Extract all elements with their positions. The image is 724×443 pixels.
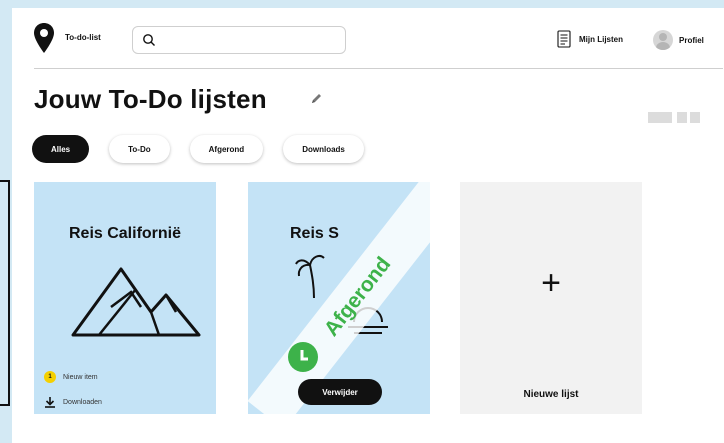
nav-profile[interactable]: Profiel	[653, 30, 704, 50]
page-title: Jouw To-Do lijsten	[34, 84, 267, 114]
header-divider	[34, 68, 723, 69]
palm-tree-icon	[295, 255, 325, 299]
page: To-do-list Mijn Lijsten Profiel Jouw To-…	[12, 8, 724, 443]
list-card[interactable]: Reis Californië 1 Nieuw item Downloaden	[34, 182, 216, 414]
download-icon	[45, 397, 55, 408]
logo-text[interactable]: To-do-list	[65, 33, 101, 42]
card-title: Reis Californië	[68, 225, 182, 242]
list-document-icon	[557, 30, 571, 48]
filter-bar: Alles To-Do Afgerond Downloads	[32, 135, 364, 163]
location-pin-icon[interactable]	[33, 22, 55, 54]
new-list-card[interactable]: + Nieuwe lijst	[460, 182, 642, 414]
filter-todo[interactable]: To-Do	[109, 135, 170, 163]
new-list-label: Nieuwe lijst	[523, 389, 579, 400]
my-lists-label: Mijn Lijsten	[579, 34, 623, 44]
grid-view-icon[interactable]	[677, 112, 701, 123]
search-bar[interactable]	[132, 26, 346, 54]
list-view-icon[interactable]	[648, 112, 672, 123]
mountain-icon	[71, 267, 201, 337]
new-item-label: Nieuw item	[63, 373, 98, 381]
notification-badge: 1	[44, 371, 56, 383]
list-card-completed[interactable]: Reis S Afgerond Verwijder	[248, 182, 430, 414]
profile-label: Profiel	[679, 35, 704, 45]
view-toggle[interactable]	[648, 112, 701, 123]
edit-pencil-icon[interactable]	[310, 92, 323, 105]
annotation-bracket	[0, 180, 10, 406]
clock-icon	[288, 342, 318, 372]
filter-completed[interactable]: Afgerond	[189, 135, 264, 163]
filter-all[interactable]: Alles	[32, 135, 90, 163]
search-input[interactable]	[161, 30, 341, 50]
delete-button[interactable]: Verwijder	[298, 379, 382, 405]
filter-downloads[interactable]: Downloads	[283, 135, 364, 163]
nav-my-lists[interactable]: Mijn Lijsten	[557, 30, 623, 48]
plus-icon: +	[541, 264, 561, 302]
avatar	[653, 30, 673, 50]
search-icon	[143, 34, 155, 46]
download-label: Downloaden	[63, 398, 102, 406]
new-item-row[interactable]: 1 Nieuw item	[44, 371, 98, 383]
download-row[interactable]: Downloaden	[44, 396, 102, 408]
